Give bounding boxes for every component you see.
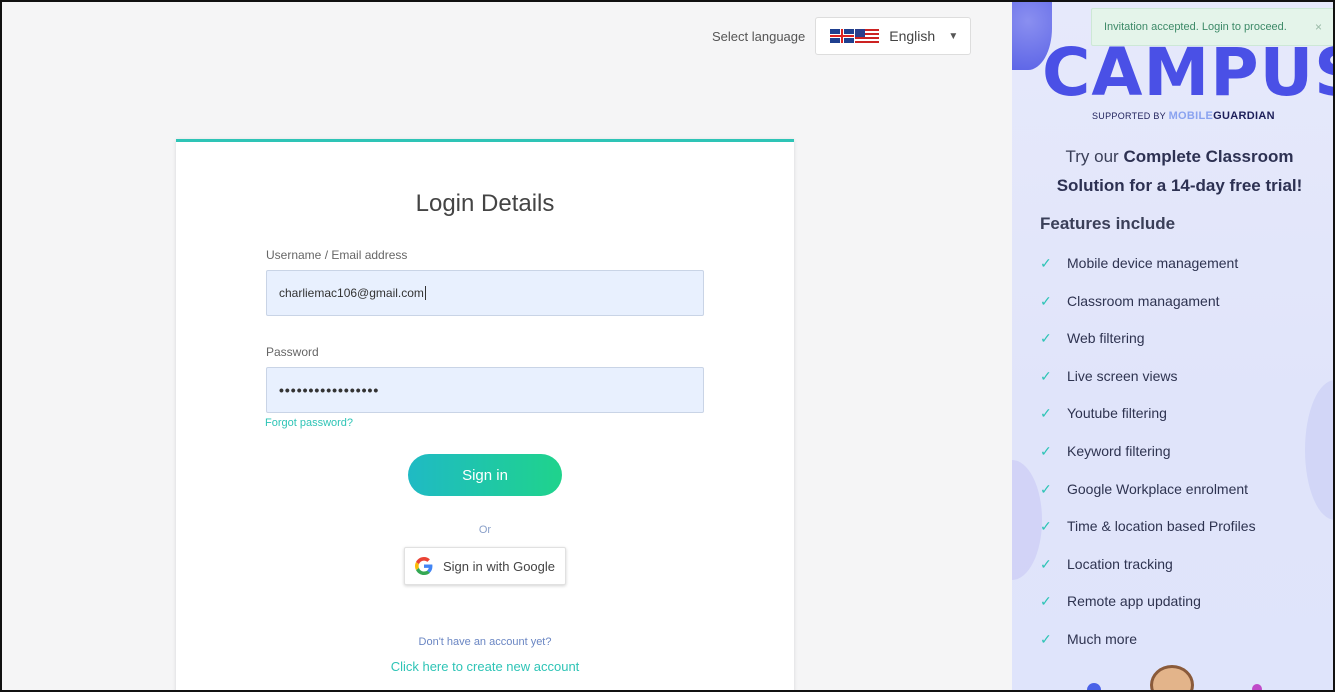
- feature-label: Time & location based Profiles: [1067, 518, 1256, 535]
- or-divider: Or: [478, 524, 492, 536]
- check-icon: ✓: [1040, 367, 1052, 384]
- check-icon: ✓: [1040, 330, 1052, 347]
- username-label: Username / Email address: [266, 248, 408, 262]
- feature-label: Classroom managament: [1067, 292, 1220, 309]
- feature-item: ✓ Mobile device management: [1040, 255, 1256, 293]
- no-account-text: Don't have an account yet?: [418, 636, 552, 648]
- language-selector-group: Select language English ▼: [712, 17, 972, 55]
- us-flag-icon: [855, 29, 880, 43]
- decoration-blob: [1305, 380, 1335, 520]
- check-icon: ✓: [1040, 442, 1052, 459]
- promo-headline: Try our Complete Classroom Solution for …: [1056, 147, 1303, 195]
- feature-item: ✓ Location tracking: [1040, 556, 1256, 594]
- password-label: Password: [266, 345, 319, 359]
- password-value: •••••••••••••••••: [279, 382, 380, 398]
- sign-in-button[interactable]: Sign in: [408, 454, 562, 496]
- feature-item: ✓ Keyword filtering: [1040, 443, 1256, 481]
- google-sign-in-button[interactable]: Sign in with Google: [404, 547, 566, 585]
- username-value: charliemac106@gmail.com: [279, 286, 424, 300]
- supported-by-text: SUPPORTED BY MOBILEGUARDIAN: [1092, 110, 1275, 122]
- decoration-dot: [1087, 683, 1101, 692]
- close-icon[interactable]: ×: [1315, 20, 1322, 34]
- feature-label: Live screen views: [1067, 367, 1178, 384]
- success-toast: Invitation accepted. Login to proceed. ×: [1091, 8, 1335, 46]
- forgot-password-link[interactable]: Forgot password?: [265, 417, 353, 429]
- feature-label: Youtube filtering: [1067, 405, 1167, 422]
- feature-label: Web filtering: [1067, 330, 1145, 347]
- google-icon: [415, 557, 433, 575]
- flags: [830, 29, 880, 43]
- check-icon: ✓: [1040, 630, 1052, 647]
- features-title: Features include: [1040, 214, 1176, 233]
- decoration-dot: [1252, 684, 1262, 692]
- features-list: ✓ Mobile device management ✓ Classroom mana…: [1040, 255, 1256, 669]
- language-selected: English: [889, 28, 936, 44]
- feature-item: ✓ Web filtering: [1040, 330, 1256, 368]
- feature-label: Keyword filtering: [1067, 442, 1171, 459]
- check-icon: ✓: [1040, 255, 1052, 271]
- create-account-link[interactable]: Click here to create new account: [176, 659, 794, 674]
- feature-label: Location tracking: [1067, 555, 1173, 572]
- username-field[interactable]: charliemac106@gmail.com: [266, 270, 704, 316]
- feature-item: ✓ Google Workplace enrolment: [1040, 481, 1256, 519]
- language-dropdown[interactable]: English ▼: [815, 17, 972, 55]
- feature-item: ✓ Live screen views: [1040, 368, 1256, 406]
- toast-message: Invitation accepted. Login to proceed.: [1104, 21, 1287, 33]
- text-cursor: [424, 286, 426, 300]
- google-sign-in-label: Sign in with Google: [443, 558, 556, 574]
- password-field[interactable]: •••••••••••••••••: [266, 367, 704, 413]
- page-title: Login Details: [415, 190, 555, 217]
- language-label: Select language: [712, 28, 806, 44]
- feature-label: Remote app updating: [1067, 593, 1201, 610]
- feature-item: ✓ Time & location based Profiles: [1040, 518, 1256, 556]
- check-icon: ✓: [1040, 593, 1052, 610]
- check-icon: ✓: [1040, 480, 1052, 497]
- uk-flag-icon: [830, 29, 855, 43]
- feature-label: Much more: [1067, 630, 1138, 647]
- check-icon: ✓: [1040, 405, 1052, 422]
- feature-item: ✓ Classroom managament: [1040, 293, 1256, 331]
- promo-panel: CAMPUS SUPPORTED BY MOBILEGUARDIAN Try o…: [1012, 0, 1335, 692]
- check-icon: ✓: [1040, 292, 1052, 309]
- feature-item: ✓ Much more: [1040, 631, 1256, 669]
- feature-item: ✓ Remote app updating: [1040, 593, 1256, 631]
- chevron-down-icon: ▼: [948, 30, 959, 42]
- campus-logo: CAMPUS: [1042, 34, 1335, 111]
- feature-label: Google Workplace enrolment: [1067, 480, 1249, 497]
- avatar-illustration: [1150, 665, 1194, 692]
- login-card: Login Details Username / Email address c…: [176, 139, 794, 692]
- check-icon: ✓: [1040, 555, 1052, 572]
- feature-label: Mobile device management: [1067, 255, 1239, 271]
- decoration-blob: [1012, 460, 1042, 580]
- check-icon: ✓: [1040, 518, 1052, 535]
- feature-item: ✓ Youtube filtering: [1040, 405, 1256, 443]
